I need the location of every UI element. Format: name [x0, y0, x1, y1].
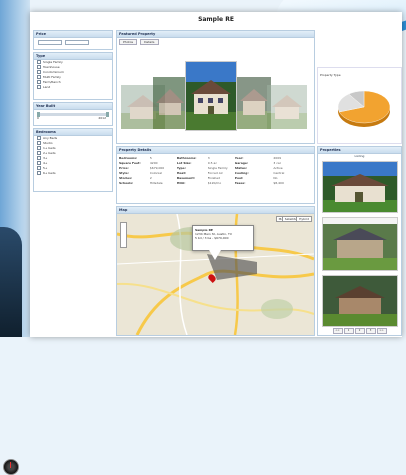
checkbox-icon — [37, 146, 41, 150]
beds-option[interactable]: 6+ beds — [34, 171, 112, 176]
listings-pager: << 1 2 3 >> — [320, 328, 399, 334]
map-info-popup: Sample RE 1234 Main St, Austin, TX 5 bd … — [192, 225, 254, 251]
price-from-input[interactable] — [38, 40, 62, 45]
map-header: Map — [117, 207, 314, 214]
map-type-hybrid-button[interactable]: Hybrid — [296, 216, 312, 222]
pager-page-2[interactable]: 2 — [354, 328, 365, 334]
featured-header: Featured Property — [117, 31, 314, 38]
price-filter-header: Price — [34, 31, 112, 38]
detail-value: $120/mo — [207, 181, 222, 185]
beds-filter-panel: Bedrooms Any Beds Studio 1+ beds 2+ beds… — [33, 128, 113, 192]
beds-filter-header: Bedrooms — [34, 129, 112, 136]
checkbox-icon — [37, 70, 41, 74]
detail-label: HOA: — [176, 181, 186, 185]
checkbox-icon — [37, 75, 41, 79]
zoom-control[interactable] — [120, 222, 127, 248]
detail-label: Schools: — [119, 181, 134, 185]
price-to-input[interactable] — [64, 40, 89, 45]
checkbox-icon — [37, 60, 41, 64]
checkbox-icon — [37, 156, 41, 160]
listing-photo-2[interactable] — [322, 217, 398, 271]
carousel-photo-left[interactable] — [153, 77, 187, 129]
checkbox-icon — [37, 166, 41, 170]
map-canvas[interactable]: Map Satellite Hybrid Sample RE 1234 Main… — [117, 214, 314, 335]
year-filter-panel: Year Built 0 2012 — [33, 102, 113, 126]
tab-details[interactable]: Details — [140, 39, 159, 45]
pager-last[interactable]: >> — [376, 328, 387, 334]
pager-page-1[interactable]: 1 — [343, 328, 354, 334]
popup-summary: 5 bd / 3 ba - $679,000 — [195, 236, 229, 240]
price-filter-panel: Price — [33, 30, 113, 50]
checkbox-icon — [37, 151, 41, 155]
year-slider-handle-max[interactable] — [106, 112, 109, 117]
type-filter-panel: Type Single Family Townhouse Condominium… — [33, 52, 113, 100]
checkbox-icon — [37, 80, 41, 84]
checkbox-icon — [37, 136, 41, 140]
gauge-icon — [3, 459, 19, 475]
tab-photos[interactable]: Photos — [119, 39, 138, 45]
checkbox-icon — [37, 161, 41, 165]
carousel-photo-main[interactable] — [185, 61, 237, 131]
detail-label: Taxes: — [234, 181, 246, 185]
listing-photo-1[interactable] — [322, 161, 398, 213]
checkbox-icon — [37, 171, 41, 175]
listings-panel: Properties Listing << 1 2 3 >> — [317, 146, 402, 336]
details-panel: Property Details Bedrooms: 5 Bathrooms: 3 Ye… — [116, 146, 315, 204]
year-slider-handle-min[interactable] — [37, 112, 40, 117]
stats-panel: Property Type — [317, 67, 402, 144]
map-panel: Map Map Satellite Hybrid Sample RE 1234 … — [116, 206, 315, 336]
carousel-photo-right[interactable] — [237, 77, 271, 129]
detail-value: Hillsdale — [149, 181, 163, 185]
year-to-value: 2012 — [98, 116, 106, 120]
checkbox-icon — [37, 65, 41, 69]
featured-panel: Featured Property Photos Details — [116, 30, 315, 144]
year-slider-track[interactable] — [37, 112, 109, 117]
app-window: Sample RE Price Type Single Family Townh… — [30, 12, 402, 337]
pager-page-3[interactable]: 3 — [365, 328, 376, 334]
details-grid: Bedrooms: 5 Bathrooms: 3 Year: 2009 Square Fee… — [117, 154, 314, 188]
listings-header: Properties — [318, 147, 401, 154]
type-option[interactable]: Land — [34, 85, 112, 90]
stats-label: Property Type — [320, 73, 341, 77]
type-filter-header: Type — [34, 53, 112, 60]
checkbox-icon — [37, 141, 41, 145]
carousel-photo-right-far[interactable] — [267, 85, 307, 129]
pager-first[interactable]: << — [332, 328, 343, 334]
year-filter-header: Year Built — [34, 103, 112, 110]
pie-chart — [337, 90, 391, 127]
listing-photo-3[interactable] — [322, 275, 398, 327]
popup-tail — [209, 250, 221, 260]
checkbox-icon — [37, 85, 41, 89]
listings-view-label: Listing — [354, 154, 365, 158]
details-header: Property Details — [117, 147, 314, 154]
detail-value: $8,400 — [273, 181, 284, 185]
page-title: Sample RE — [198, 16, 234, 23]
background-dark-shape — [0, 227, 22, 475]
